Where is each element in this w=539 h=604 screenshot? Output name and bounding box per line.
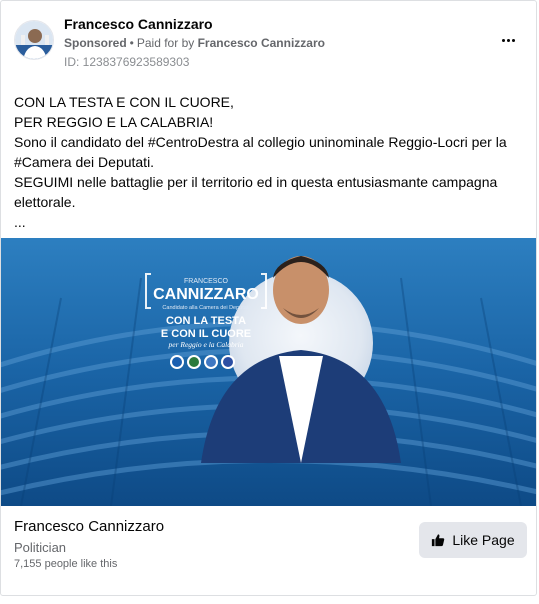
more-options-icon (501, 38, 505, 42)
meta-separator: • (129, 36, 134, 50)
page-like-count: 7,155 people like this (14, 558, 118, 570)
post-header: Francesco Cannizzaro Sponsored • Paid for … (1, 1, 536, 79)
paid-for-name: Francesco Cannizzaro (197, 36, 325, 50)
post-body-line: #Camera dei Deputati. (14, 154, 155, 170)
post-body-line: CON LA TESTA E CON IL CUORE, (14, 94, 234, 110)
ad-first-name: FRANCESCO (184, 278, 229, 285)
post-body: CON LA TESTA E CON IL CUORE, PER REGGIO … (14, 92, 519, 232)
author-avatar[interactable] (14, 20, 54, 60)
post-body-line: Sono il candidato del #CentroDestra al c… (14, 134, 507, 150)
sponsored-post-card: Francesco Cannizzaro Sponsored • Paid for … (0, 0, 537, 596)
post-body-line: elettorale. (14, 194, 76, 210)
post-body-line: PER REGGIO E LA CALABRIA! (14, 114, 214, 130)
ad-role: Candidato alla Camera dei Deputati (162, 305, 249, 311)
sponsored-label: Sponsored (64, 36, 127, 50)
more-options-button[interactable] (497, 32, 519, 48)
ad-id: ID: 1238376923589303 (64, 55, 190, 69)
page-footer: Francesco Cannizzaro Politician 7,155 pe… (1, 506, 536, 595)
ad-creative-image[interactable]: FRANCESCO CANNIZZARO Candidato alla Came… (1, 238, 536, 506)
ad-slogan-line2: E CON IL CUORE (161, 328, 251, 340)
post-body-line: SEGUIMI nelle battaglie per il territori… (14, 174, 498, 190)
page-category: Politician (14, 540, 67, 555)
sponsored-meta: Sponsored • Paid for by Francesco Cannizza… (64, 36, 325, 50)
ad-last-name: CANNIZZARO (153, 286, 259, 303)
ad-slogan-line1: CON LA TESTA (166, 315, 246, 327)
see-more-ellipsis[interactable]: ... (14, 212, 519, 232)
ad-slogan-sub: per Reggio e la Calabria (168, 340, 244, 349)
like-page-label: Like Page (452, 532, 515, 548)
more-options-icon-dot (511, 38, 515, 42)
page-name-link[interactable]: Francesco Cannizzaro (14, 518, 164, 535)
more-options-icon-dot (506, 38, 510, 42)
like-page-button[interactable]: Like Page (419, 522, 527, 558)
paid-for-prefix: Paid for by (136, 36, 195, 50)
author-name-link[interactable]: Francesco Cannizzaro (64, 16, 213, 32)
thumbs-up-icon (432, 534, 445, 547)
ad-creative-graphic: FRANCESCO CANNIZZARO Candidato alla Came… (1, 238, 536, 506)
